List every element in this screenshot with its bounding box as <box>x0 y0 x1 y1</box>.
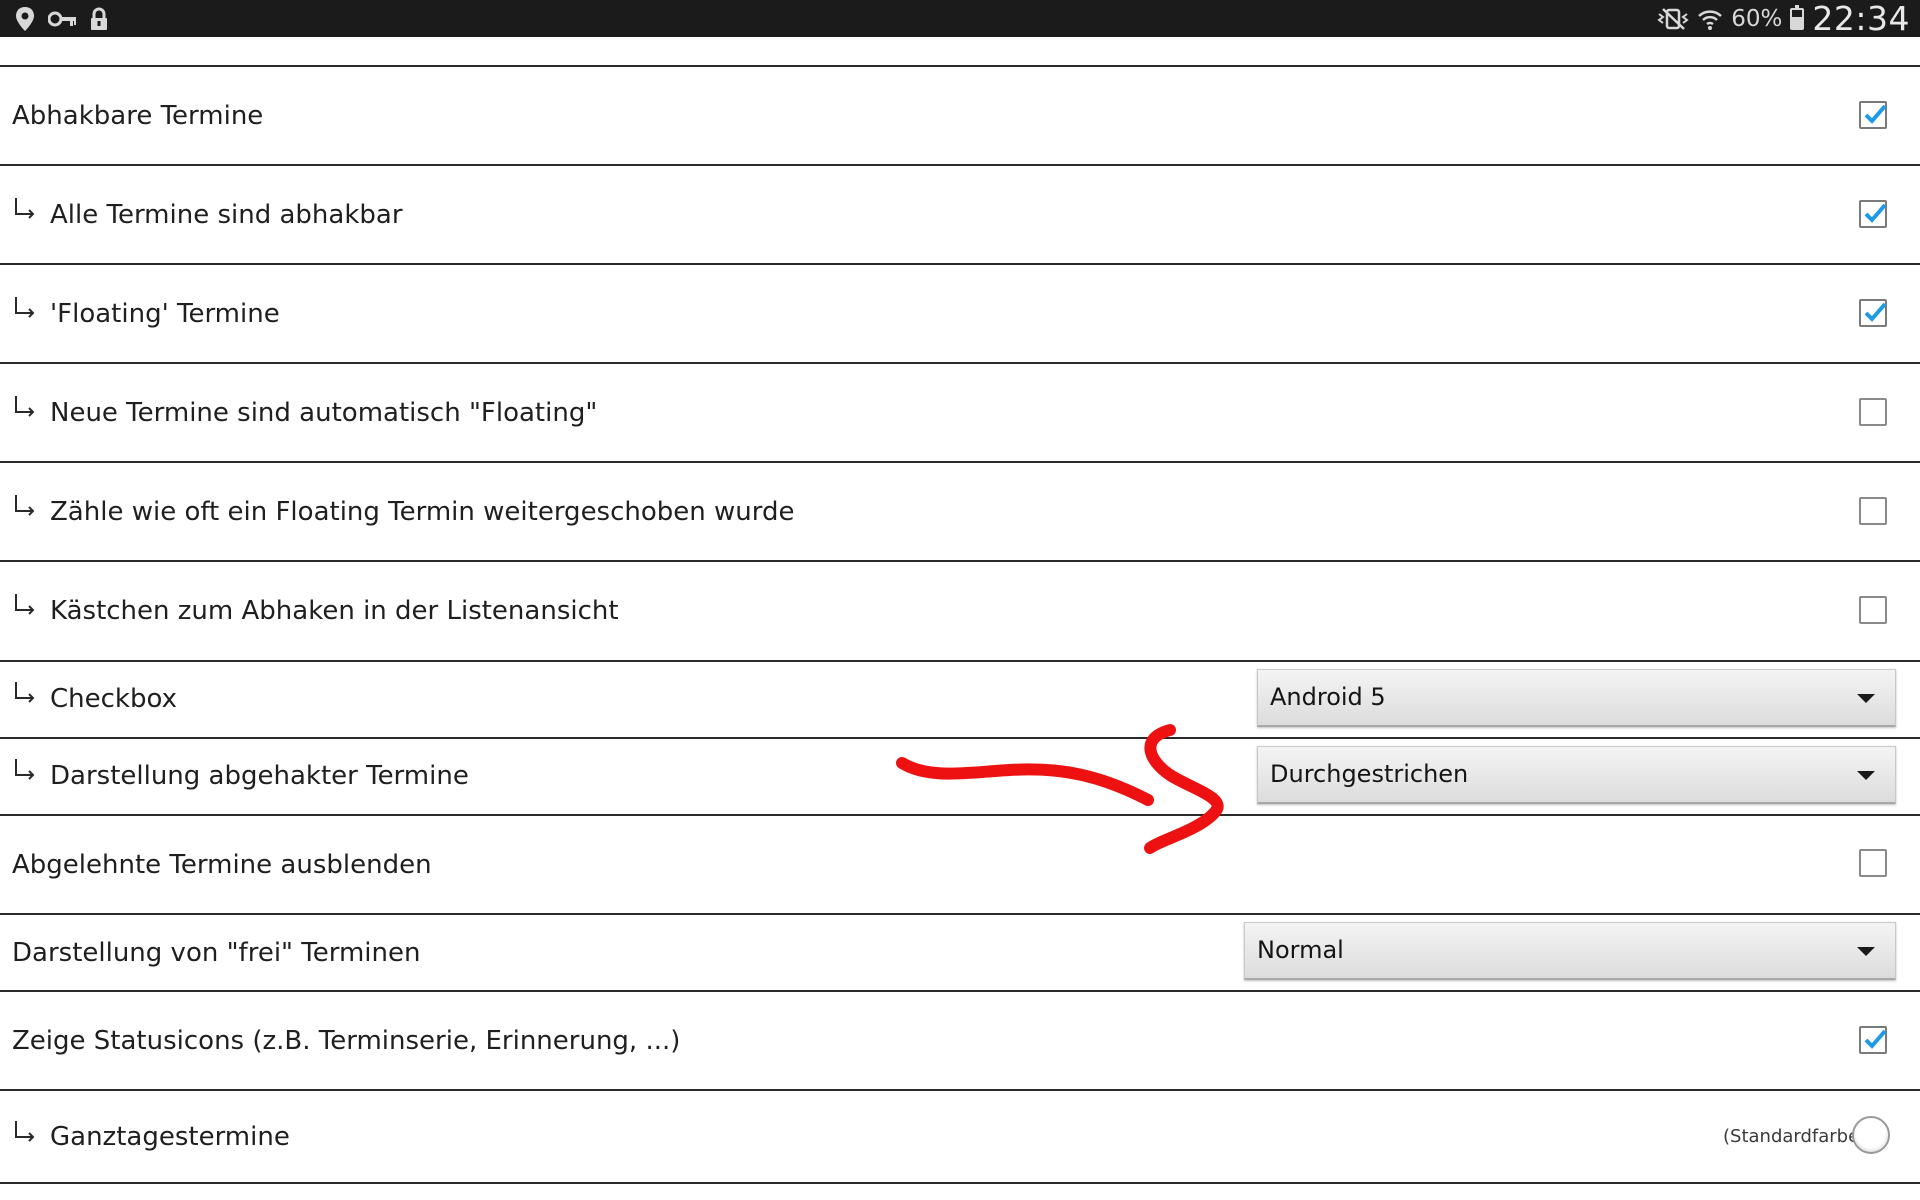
setting-label: Kästchen zum Abhaken in der Listenansich… <box>50 596 619 626</box>
darstellung-frei-dropdown[interactable]: Normal <box>1244 922 1896 980</box>
dropdown-arrow-icon <box>1857 694 1875 703</box>
setting-label: Zeige Statusicons (z.B. Terminserie, Eri… <box>12 1026 681 1056</box>
setting-label: Checkbox <box>50 684 177 714</box>
setting-label: Abgelehnte Termine ausblenden <box>12 850 432 880</box>
dropdown-value: Normal <box>1257 936 1344 964</box>
sub-setting-arrow-icon <box>15 682 35 703</box>
checkbox-neue-termine-floating[interactable] <box>1859 398 1887 426</box>
setting-label: Ganztagestermine <box>50 1122 290 1152</box>
sub-setting-arrow-icon <box>15 396 35 417</box>
sub-setting-arrow-icon <box>15 495 35 516</box>
color-value-label: (Standardfarbe) <box>1723 1126 1867 1147</box>
checkbox-kaestchen-listenansicht[interactable] <box>1859 596 1887 624</box>
sub-setting-arrow-icon <box>15 198 35 219</box>
divider <box>0 461 1920 463</box>
sub-setting-arrow-icon <box>15 594 35 615</box>
sub-setting-arrow-icon <box>15 297 35 318</box>
setting-label: Darstellung abgehakter Termine <box>50 761 469 791</box>
red-annotation-arrow-icon <box>896 724 1224 854</box>
divider <box>0 990 1920 992</box>
checkbox-abgelehnte-ausblenden[interactable] <box>1859 849 1887 877</box>
divider <box>0 560 1920 562</box>
checkmark-icon <box>1864 104 1887 124</box>
checkbox-style-dropdown[interactable]: Android 5 <box>1257 669 1896 727</box>
divider <box>0 362 1920 364</box>
checkbox-abhakbare-termine[interactable] <box>1859 101 1887 129</box>
setting-label: Neue Termine sind automatisch "Floating" <box>50 398 598 428</box>
divider <box>0 660 1920 662</box>
checkbox-statusicons[interactable] <box>1859 1026 1887 1054</box>
dropdown-arrow-icon <box>1857 771 1875 780</box>
setting-label: Alle Termine sind abhakbar <box>50 200 403 230</box>
sub-setting-arrow-icon <box>15 759 35 780</box>
checkbox-floating-termine[interactable] <box>1859 299 1887 327</box>
setting-label: 'Floating' Termine <box>50 299 280 329</box>
settings-list: Abhakbare Termine Alle Termine sind abha… <box>0 0 1920 1200</box>
checkmark-icon <box>1864 302 1887 322</box>
dropdown-arrow-icon <box>1857 947 1875 956</box>
dropdown-value: Android 5 <box>1270 683 1386 711</box>
setting-label: Darstellung von "frei" Terminen <box>12 938 421 968</box>
color-picker-swatch[interactable] <box>1852 1116 1890 1154</box>
setting-label: Zähle wie oft ein Floating Termin weiter… <box>50 497 795 527</box>
checkmark-icon <box>1864 203 1887 223</box>
dropdown-value: Durchgestrichen <box>1270 760 1469 788</box>
divider <box>0 263 1920 265</box>
divider <box>0 164 1920 166</box>
divider <box>0 1182 1920 1184</box>
divider <box>0 65 1920 67</box>
divider <box>0 913 1920 915</box>
darstellung-abgehakt-dropdown[interactable]: Durchgestrichen <box>1257 746 1896 804</box>
checkbox-alle-termine-abhakbar[interactable] <box>1859 200 1887 228</box>
sub-setting-arrow-icon <box>15 1121 35 1142</box>
setting-label: Abhakbare Termine <box>12 101 264 131</box>
checkmark-icon <box>1864 1029 1887 1049</box>
divider <box>0 1089 1920 1091</box>
checkbox-floating-zaehler[interactable] <box>1859 497 1887 525</box>
